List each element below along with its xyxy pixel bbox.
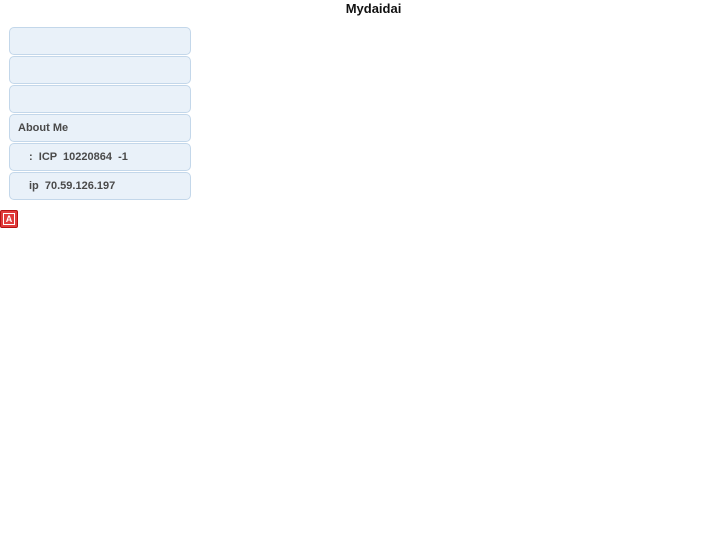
site-title: Mydaidai <box>345 1 402 16</box>
menu-item-blank-2[interactable] <box>9 56 191 84</box>
ip-address-text: ip 70.59.126.197 <box>29 180 116 192</box>
side-menu: About Me : ICP 10220864 -1 ip 70.59.126.… <box>9 27 191 201</box>
icp-license-text: : ICP 10220864 -1 <box>29 151 128 163</box>
badge-glyph: A <box>3 213 15 225</box>
page-header: Mydaidai <box>0 0 727 18</box>
menu-item-about-me[interactable]: About Me <box>9 114 191 142</box>
menu-item-label: About Me <box>18 122 69 134</box>
letter-a-badge-icon[interactable]: A <box>0 210 18 228</box>
menu-item-icp-license: : ICP 10220864 -1 <box>9 143 191 171</box>
menu-item-ip-address: ip 70.59.126.197 <box>9 172 191 200</box>
menu-item-blank-3[interactable] <box>9 85 191 113</box>
menu-item-blank-1[interactable] <box>9 27 191 55</box>
